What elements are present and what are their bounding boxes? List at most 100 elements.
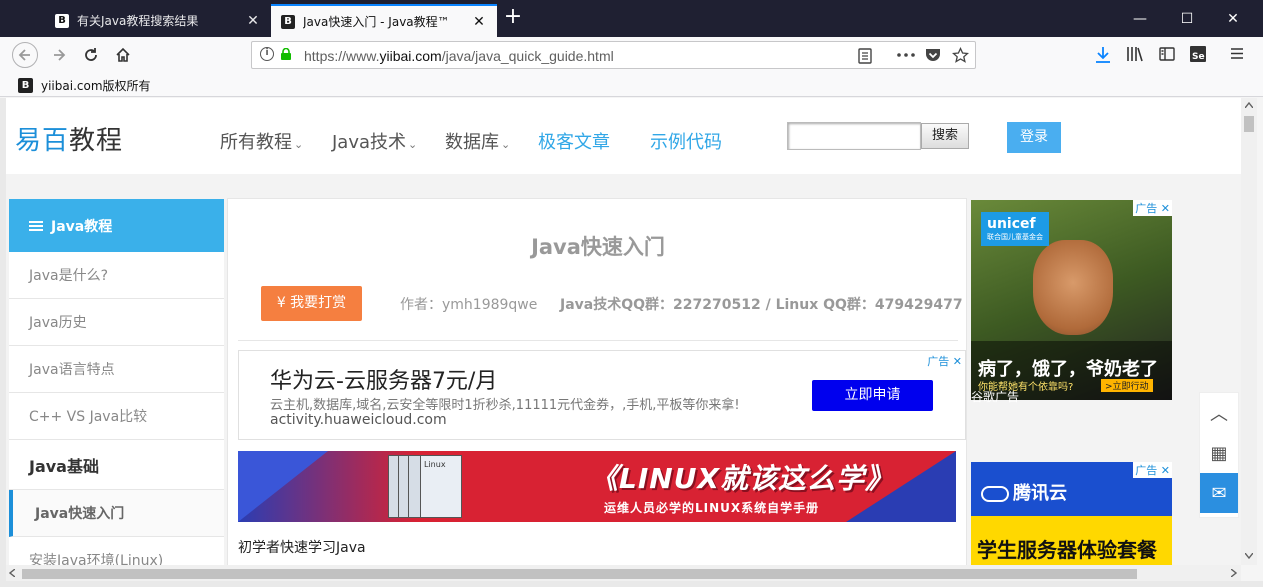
close-icon[interactable]: ✕ [471, 14, 487, 30]
download-icon[interactable] [1095, 46, 1111, 64]
linux-book-banner[interactable]: Linux 《LINUX就该这么学》 运维人员必学的LINUX系统自学手册 [238, 451, 956, 522]
nav-java-tech[interactable]: Java技术 ⌄ [332, 128, 417, 154]
lock-icon [281, 48, 291, 60]
svg-text:Se: Se [1192, 52, 1205, 62]
window-close-button[interactable]: ✕ [1210, 7, 1256, 31]
selenium-ide-icon[interactable]: Se [1189, 45, 1207, 63]
child-photo [1033, 240, 1113, 335]
minimize-button[interactable]: — [1117, 7, 1163, 31]
scroll-up-arrow-icon[interactable] [1245, 102, 1253, 108]
unicef-logo-text: unicef [987, 216, 1036, 232]
nav-label: 所有教程 [220, 132, 292, 153]
reload-button[interactable] [78, 42, 104, 68]
url-text[interactable]: https://www.yiibai.com/java/java_quick_g… [304, 48, 614, 64]
site-header: 易百教程 所有教程 ⌄ Java技术 ⌄ 数据库 ⌄ 极客文章 示例代码 搜索 登录 [6, 98, 1241, 174]
vertical-scroll-thumb[interactable] [1244, 116, 1254, 132]
unicef-logo-subtitle: 联合国儿童基金会 [987, 233, 1043, 241]
nav-example-code[interactable]: 示例代码 [650, 128, 722, 154]
ad-choices-badge[interactable]: 广告 ✕ [1133, 462, 1172, 478]
unicef-logo: unicef 联合国儿童基金会 [981, 212, 1049, 246]
mail-button[interactable]: ✉ [1200, 473, 1238, 513]
vertical-scrollbar[interactable] [1241, 98, 1257, 565]
scroll-down-arrow-icon[interactable] [1245, 553, 1253, 559]
bookmarks-toolbar: B yiibai.com版权所有 [0, 73, 1263, 97]
close-icon[interactable]: ✕ [245, 13, 261, 29]
search-input[interactable] [787, 122, 921, 150]
tencent-cloud-logo: 腾讯云 [981, 479, 1067, 505]
scroll-left-arrow-icon[interactable] [9, 569, 15, 577]
tencent-cloud-name: 腾讯云 [1013, 483, 1067, 504]
new-tab-button[interactable]: + [500, 5, 526, 31]
chevron-down-icon: ⌄ [408, 138, 418, 151]
nav-database[interactable]: 数据库 ⌄ [445, 128, 510, 154]
article-main: Java快速入门 ¥ 我要打赏 作者：ymh1989qwe Java技术QQ群：… [227, 198, 967, 565]
ad-url[interactable]: activity.huaweicloud.com [270, 412, 447, 428]
forward-button[interactable] [46, 42, 72, 68]
ad-slogan: 学生服务器体验套餐 [977, 538, 1157, 562]
tab-title: Java快速入门 - Java教程™ [303, 15, 450, 29]
pocket-icon[interactable] [925, 48, 941, 63]
list-icon [29, 219, 43, 233]
sidebar-header[interactable]: Java教程 [9, 199, 224, 252]
unicef-ad[interactable]: unicef 联合国儿童基金会 广告 ✕ 病了，饿了，爷奶老了 你能帮她有个依靠吗… [971, 200, 1172, 400]
act-now-button[interactable]: >立即行动 [1101, 379, 1153, 392]
sidebar-item-java-features[interactable]: Java语言特点 [9, 346, 224, 393]
chevron-down-icon: ⌄ [501, 138, 511, 151]
back-button[interactable] [12, 42, 38, 68]
site-favicon-icon: B [18, 78, 33, 93]
login-button[interactable]: 登录 [1007, 122, 1061, 153]
sidebar-item-java-quick-guide[interactable]: Java快速入门 [9, 490, 224, 537]
url-path: /java/java_quick_guide.html [441, 48, 614, 64]
arrow-left-icon [18, 49, 30, 61]
qr-code-button[interactable]: ▦ [1200, 433, 1238, 473]
address-bar[interactable]: i https://www.yiibai.com/java/java_quick… [251, 41, 976, 69]
ad-choices-badge[interactable]: 广告 ✕ [1133, 200, 1172, 216]
bookmark-item[interactable]: B yiibai.com版权所有 [18, 77, 151, 94]
search-button[interactable]: 搜索 [921, 123, 969, 149]
scroll-right-arrow-icon[interactable] [1231, 569, 1237, 577]
divider [238, 340, 958, 341]
site-logo[interactable]: 易百教程 [15, 120, 123, 157]
library-icon[interactable] [1126, 46, 1144, 62]
ad-title[interactable]: 华为云-云服务器7元/月 [270, 363, 497, 395]
logo-accent: 易百 [15, 126, 70, 156]
tab-search-results[interactable]: B 有关Java教程搜索结果 ✕ [45, 4, 271, 37]
url-scheme: https://www. [304, 48, 380, 64]
book-label: Linux [424, 460, 446, 469]
reload-icon [85, 48, 97, 61]
apply-now-button[interactable]: 立即申请 [812, 380, 933, 411]
sidebar-item-install-java-linux[interactable]: 安装Java环境(Linux) [9, 537, 224, 565]
tencent-cloud-ad[interactable]: 腾讯云 广告 ✕ 学生服务器体验套餐 [971, 462, 1172, 565]
bookmark-label: yiibai.com版权所有 [41, 79, 151, 93]
horizontal-scroll-thumb[interactable] [22, 569, 1137, 579]
nav-label: 数据库 [445, 132, 499, 153]
window-frame [0, 581, 1263, 587]
sidebar-item-what-is-java[interactable]: Java是什么? [9, 252, 224, 299]
menu-icon[interactable] [1230, 47, 1244, 60]
tab-strip: B 有关Java教程搜索结果 ✕ B Java快速入门 - Java教程™ ✕ … [0, 0, 1263, 37]
site-favicon-icon: B [281, 14, 295, 29]
ad-description: 云主机,数据库,域名,云安全等限时1折秒杀,11111元代金券，,手机,平板等你… [270, 398, 740, 413]
ad-choices-badge[interactable]: 广告 ✕ [927, 353, 962, 369]
tip-button[interactable]: ¥ 我要打赏 [261, 286, 362, 321]
tab-java-quick-guide[interactable]: B Java快速入门 - Java教程™ ✕ [271, 4, 497, 37]
nav-geek-articles[interactable]: 极客文章 [538, 128, 610, 154]
sidebar-item-cpp-vs-java[interactable]: C++ VS Java比较 [9, 393, 224, 440]
info-icon[interactable]: i [260, 47, 274, 61]
sidebar-item-java-history[interactable]: Java历史 [9, 299, 224, 346]
sidebar-header-label: Java教程 [51, 218, 113, 235]
sidebar-icon[interactable] [1159, 47, 1175, 61]
back-to-top-button[interactable]: ︿ [1200, 393, 1238, 433]
reader-view-icon[interactable] [858, 48, 872, 64]
chevron-down-icon: ⌄ [294, 138, 304, 151]
cloud-icon [981, 486, 1009, 502]
sidebar-section-java-basics: Java基础 [9, 440, 224, 490]
nav-all-tutorials[interactable]: 所有教程 ⌄ [220, 128, 303, 154]
maximize-button[interactable]: ☐ [1164, 7, 1210, 31]
huawei-cloud-ad[interactable]: 华为云-云服务器7元/月 云主机,数据库,域名,云安全等限时1折秒杀,11111… [238, 350, 966, 440]
more-actions-icon[interactable] [897, 53, 915, 57]
tab-title: 有关Java教程搜索结果 [77, 14, 199, 28]
home-button[interactable] [110, 42, 136, 68]
article-title: Java快速入门 [531, 235, 665, 259]
bookmark-star-icon[interactable] [952, 47, 969, 64]
